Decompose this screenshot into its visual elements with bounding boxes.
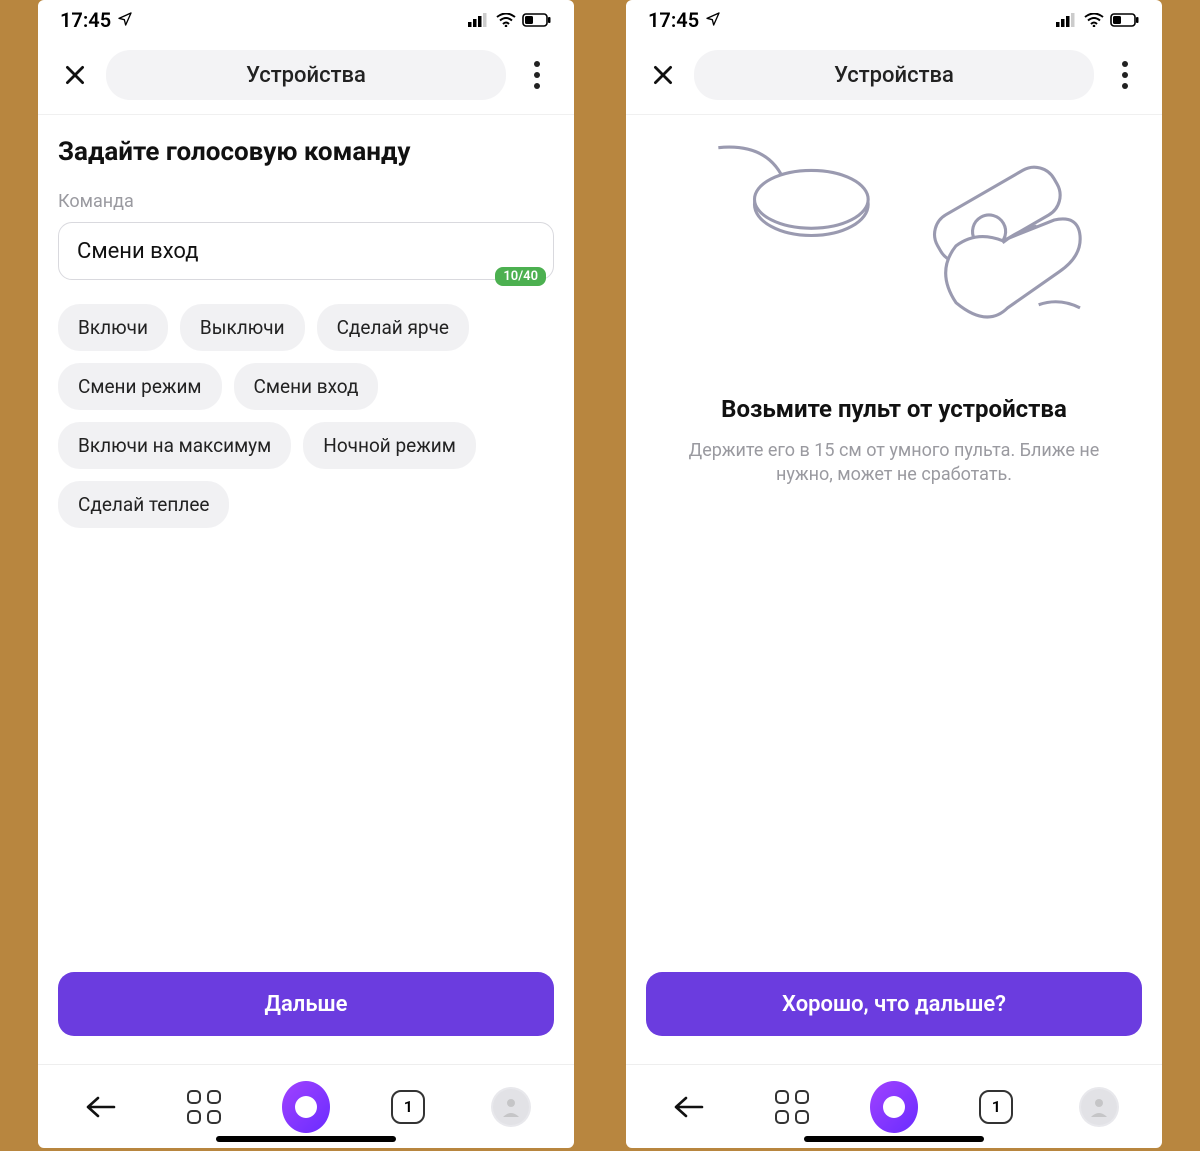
header-title-pill[interactable]: Устройства bbox=[106, 50, 506, 100]
alice-icon bbox=[282, 1081, 330, 1133]
battery-icon bbox=[522, 8, 552, 32]
close-button[interactable] bbox=[58, 58, 92, 92]
menu-button[interactable] bbox=[520, 61, 554, 89]
status-time: 17:45 bbox=[60, 8, 111, 32]
services-button[interactable] bbox=[180, 1083, 228, 1131]
command-input[interactable] bbox=[58, 222, 554, 280]
suggestion-chips: Включи Выключи Сделай ярче Смени режим С… bbox=[58, 304, 554, 528]
chip[interactable]: Смени вход bbox=[234, 363, 379, 410]
close-button[interactable] bbox=[646, 58, 680, 92]
cellular-icon bbox=[1056, 8, 1078, 32]
services-button[interactable] bbox=[768, 1083, 816, 1131]
alice-button[interactable] bbox=[282, 1083, 330, 1131]
alice-button[interactable] bbox=[870, 1083, 918, 1131]
chip[interactable]: Ночной режим bbox=[303, 422, 476, 469]
menu-button[interactable] bbox=[1108, 61, 1142, 89]
status-time: 17:45 bbox=[648, 8, 699, 32]
chip[interactable]: Смени режим bbox=[58, 363, 222, 410]
chip[interactable]: Включи на максимум bbox=[58, 422, 291, 469]
content-area: Возьмите пульт от устройства Держите его… bbox=[626, 115, 1162, 972]
tabs-button[interactable]: 1 bbox=[972, 1083, 1020, 1131]
continue-button[interactable]: Хорошо, что дальше? bbox=[646, 972, 1142, 1036]
header-title: Устройства bbox=[834, 63, 954, 88]
profile-button[interactable] bbox=[1075, 1083, 1123, 1131]
chip[interactable]: Включи bbox=[58, 304, 168, 351]
cellular-icon bbox=[468, 8, 490, 32]
back-button[interactable] bbox=[665, 1083, 713, 1131]
grid-icon bbox=[187, 1090, 221, 1124]
app-header: Устройства bbox=[38, 40, 574, 115]
header-title-pill[interactable]: Устройства bbox=[694, 50, 1094, 100]
wifi-icon bbox=[496, 8, 516, 32]
tab-count: 1 bbox=[979, 1090, 1013, 1124]
illustration bbox=[646, 121, 1142, 381]
back-button[interactable] bbox=[77, 1083, 125, 1131]
status-bar: 17:45 bbox=[38, 0, 574, 40]
tabs-button[interactable]: 1 bbox=[384, 1083, 432, 1131]
primary-label: Хорошо, что дальше? bbox=[782, 992, 1006, 1017]
phone-right: 17:45 Устройства bbox=[626, 0, 1162, 1148]
grid-icon bbox=[775, 1090, 809, 1124]
next-button[interactable]: Дальше bbox=[58, 972, 554, 1036]
home-indicator[interactable] bbox=[804, 1136, 984, 1142]
phone-left: 17:45 Устройства Задайте голосовую ко bbox=[38, 0, 574, 1148]
location-icon bbox=[117, 8, 133, 32]
home-indicator[interactable] bbox=[216, 1136, 396, 1142]
chip[interactable]: Сделай ярче bbox=[317, 304, 469, 351]
battery-icon bbox=[1110, 8, 1140, 32]
wifi-icon bbox=[1084, 8, 1104, 32]
app-header: Устройства bbox=[626, 40, 1162, 115]
tab-count: 1 bbox=[391, 1090, 425, 1124]
alice-icon bbox=[870, 1081, 918, 1133]
avatar-icon bbox=[489, 1085, 533, 1129]
page-title: Задайте голосовую команду bbox=[58, 137, 554, 167]
char-counter: 10/40 bbox=[495, 267, 546, 286]
avatar-icon bbox=[1077, 1085, 1121, 1129]
status-bar: 17:45 bbox=[626, 0, 1162, 40]
command-field-wrap: 10/40 bbox=[58, 222, 554, 280]
instruction-heading: Возьмите пульт от устройства bbox=[646, 395, 1142, 423]
field-label: Команда bbox=[58, 191, 554, 212]
chip[interactable]: Сделай теплее bbox=[58, 481, 229, 528]
chip[interactable]: Выключи bbox=[180, 304, 305, 351]
profile-button[interactable] bbox=[487, 1083, 535, 1131]
instruction-subtitle: Держите его в 15 см от умного пульта. Бл… bbox=[676, 439, 1112, 488]
content-area: Задайте голосовую команду Команда 10/40 … bbox=[38, 115, 574, 972]
primary-label: Дальше bbox=[265, 992, 348, 1017]
header-title: Устройства bbox=[246, 63, 366, 88]
location-icon bbox=[705, 8, 721, 32]
